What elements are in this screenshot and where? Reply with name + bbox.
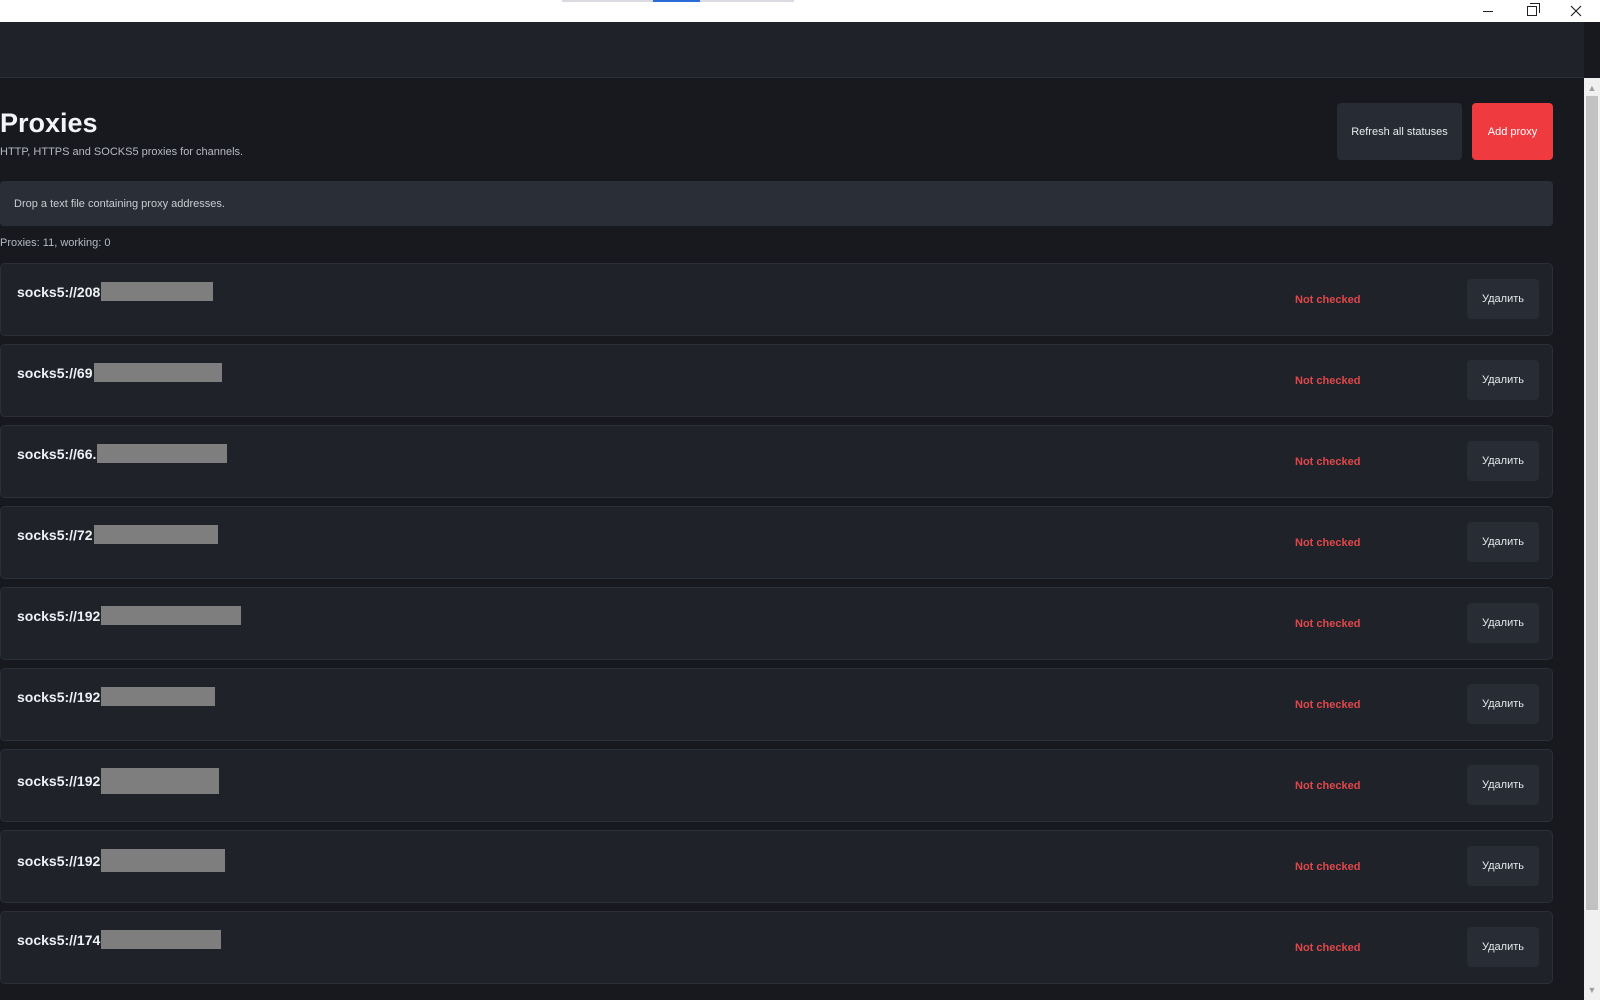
redacted-block: [93, 363, 222, 382]
dropzone-text: Drop a text file containing proxy addres…: [14, 197, 225, 210]
proxy-address: socks5://192: [17, 606, 242, 625]
delete-proxy-button[interactable]: Удалить: [1467, 279, 1539, 319]
redacted-block: [101, 768, 220, 794]
proxy-list: socks5://208 Not checked Удалить socks5:…: [0, 263, 1553, 992]
proxy-address-text: socks5://72: [17, 526, 93, 543]
delete-proxy-button[interactable]: Удалить: [1467, 522, 1539, 562]
main-content: Proxies HTTP, HTTPS and SOCKS5 proxies f…: [0, 78, 1584, 1000]
delete-proxy-button[interactable]: Удалить: [1467, 603, 1539, 643]
redacted-block: [101, 930, 222, 949]
proxy-status: Not checked: [1295, 861, 1361, 873]
delete-proxy-button[interactable]: Удалить: [1467, 765, 1539, 805]
scrollbar-thumb[interactable]: [1586, 96, 1598, 910]
proxy-address-text: socks5://192: [17, 688, 101, 705]
proxy-row: socks5://192 Not checked Удалить: [0, 587, 1553, 660]
close-button[interactable]: [1554, 0, 1598, 22]
page-title: Proxies: [0, 108, 98, 138]
add-proxy-button[interactable]: Add proxy: [1472, 103, 1553, 160]
delete-proxy-button[interactable]: Удалить: [1467, 927, 1539, 967]
titlebar-tab-active-indicator: [653, 0, 700, 2]
proxy-row: socks5://192 Not checked Удалить: [0, 668, 1553, 741]
redacted-block: [101, 282, 214, 301]
proxy-status: Not checked: [1295, 618, 1361, 630]
proxy-row: socks5://69 Not checked Удалить: [0, 344, 1553, 417]
proxy-address: socks5://192: [17, 687, 216, 706]
page-subtitle: HTTP, HTTPS and SOCKS5 proxies for chann…: [0, 146, 244, 158]
minimize-button[interactable]: [1466, 0, 1510, 22]
proxy-address: socks5://66.: [17, 444, 228, 463]
proxy-status: Not checked: [1295, 942, 1361, 954]
proxy-row: socks5://72 Not checked Удалить: [0, 506, 1553, 579]
proxy-status: Not checked: [1295, 537, 1361, 549]
proxy-address-text: socks5://208: [17, 283, 101, 300]
proxy-row: socks5://66. Not checked Удалить: [0, 425, 1553, 498]
redacted-block: [101, 606, 242, 625]
proxy-count: Proxies: 11, working: 0: [0, 237, 111, 249]
proxy-row: socks5://174 Not checked Удалить: [0, 911, 1553, 984]
proxy-status: Not checked: [1295, 456, 1361, 468]
redacted-block: [97, 444, 228, 463]
refresh-all-statuses-button[interactable]: Refresh all statuses: [1337, 103, 1462, 160]
delete-proxy-button[interactable]: Удалить: [1467, 684, 1539, 724]
proxy-address: socks5://192: [17, 768, 220, 794]
file-dropzone[interactable]: Drop a text file containing proxy addres…: [0, 181, 1553, 226]
proxy-address-text: socks5://192: [17, 773, 101, 789]
proxy-status: Not checked: [1295, 699, 1361, 711]
scroll-down-icon[interactable]: ▼: [1584, 982, 1600, 998]
app-header: [0, 22, 1584, 78]
window-titlebar: [0, 0, 1600, 22]
delete-proxy-button[interactable]: Удалить: [1467, 441, 1539, 481]
proxy-address: socks5://208: [17, 282, 214, 301]
proxy-address-text: socks5://192: [17, 852, 101, 869]
scroll-up-icon[interactable]: ▲: [1584, 80, 1600, 96]
proxy-status: Not checked: [1295, 780, 1361, 792]
proxy-row: socks5://208 Not checked Удалить: [0, 263, 1553, 336]
restore-icon: [1527, 3, 1540, 16]
vertical-scrollbar[interactable]: ▲ ▼: [1584, 78, 1600, 1000]
proxy-address: socks5://72: [17, 525, 218, 544]
proxy-address: socks5://174: [17, 930, 222, 949]
proxy-row: socks5://192 Not checked Удалить: [0, 749, 1553, 822]
redacted-block: [101, 687, 216, 706]
close-icon: [1570, 5, 1582, 17]
proxy-status: Not checked: [1295, 294, 1361, 306]
proxy-status: Not checked: [1295, 375, 1361, 387]
proxy-address: socks5://192: [17, 849, 226, 872]
proxy-address-text: socks5://192: [17, 607, 101, 624]
delete-proxy-button[interactable]: Удалить: [1467, 360, 1539, 400]
minimize-icon: [1483, 10, 1493, 12]
proxy-row: socks5://192 Not checked Удалить: [0, 830, 1553, 903]
proxy-address-text: socks5://69: [17, 364, 93, 381]
redacted-block: [93, 525, 218, 544]
delete-proxy-button[interactable]: Удалить: [1467, 846, 1539, 886]
restore-button[interactable]: [1510, 0, 1554, 22]
redacted-block: [101, 849, 226, 872]
proxy-address: socks5://69: [17, 363, 222, 382]
proxy-address-text: socks5://66.: [17, 445, 97, 462]
proxy-address-text: socks5://174: [17, 931, 101, 948]
